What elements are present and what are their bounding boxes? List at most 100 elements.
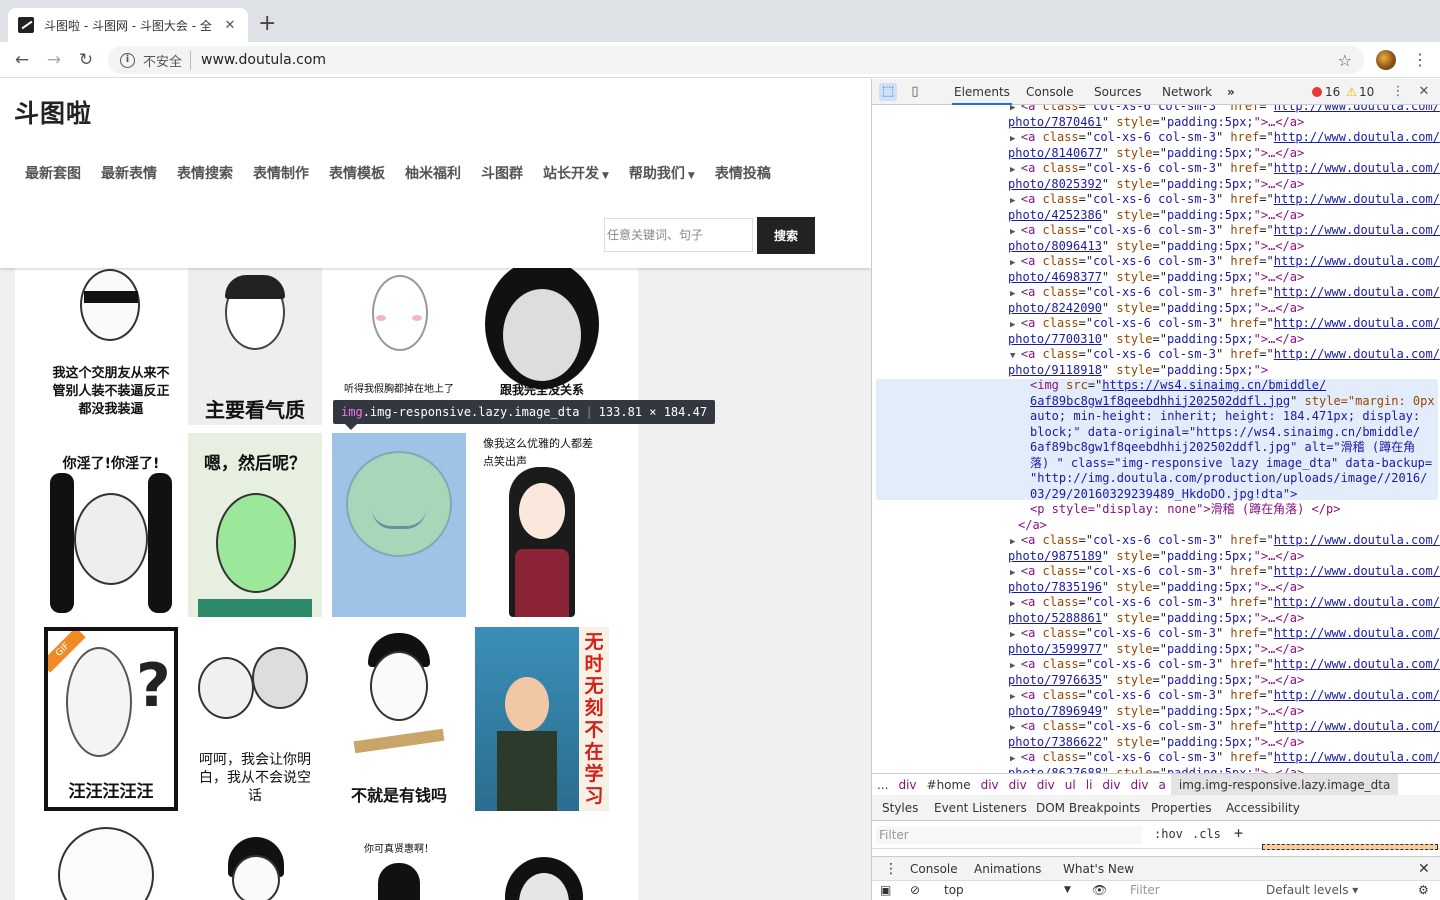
selected-img-node-cont[interactable]: 落) " class="img-responsive lazy image_dt… <box>1030 456 1432 472</box>
nav-item[interactable]: 表情模板 <box>319 163 395 183</box>
devtools-menu-icon[interactable]: ⋮ <box>1389 83 1407 101</box>
security-label[interactable]: 不安全 <box>143 50 192 70</box>
address-bar[interactable]: i 不安全 www.doutula.com ☆ <box>108 46 1364 74</box>
meme-thumb[interactable]: 你可真贤惠啊！ <box>332 821 466 900</box>
new-tab-button[interactable]: + <box>258 12 276 36</box>
issue-counters[interactable]: 16 ⚠ 10 <box>1312 79 1374 105</box>
breadcrumb-item[interactable]: #home <box>922 774 976 796</box>
tab-sources[interactable]: Sources <box>1094 79 1141 105</box>
more-tabs-icon[interactable]: » <box>1227 79 1235 105</box>
hov-toggle[interactable]: :hov <box>1154 827 1183 841</box>
dom-node-row-cont[interactable]: photo/8025392" style="padding:5px;">…</a… <box>1008 177 1304 193</box>
breadcrumb-item[interactable]: a <box>1154 774 1171 796</box>
meme-thumb[interactable]: 无时无刻不在学习 <box>475 627 609 811</box>
breadcrumb-item[interactable]: div <box>1125 774 1153 796</box>
breadcrumb-item[interactable]: li <box>1081 774 1098 796</box>
browser-tab[interactable]: 斗图啦 - 斗图网 - 斗图大会 - 全 ✕ <box>8 8 248 42</box>
add-rule-icon[interactable]: + <box>1234 824 1243 842</box>
selected-img-node-cont[interactable]: 03/29/20160329239489_HkdoDO.jpg!dta"> <box>1030 487 1297 503</box>
nav-item-dropdown[interactable]: 站长开发 ▼ <box>533 163 619 183</box>
dom-node-row-cont[interactable]: photo/7386622" style="padding:5px;">…</a… <box>1008 735 1304 751</box>
console-settings-gear-icon[interactable]: ⚙ <box>1418 881 1429 899</box>
sidebar-toggle-icon[interactable]: ▣ <box>880 881 891 899</box>
info-icon[interactable]: i <box>120 52 135 68</box>
meme-thumb[interactable]: 呵呵，我会让你明白，我从不会说空话 <box>188 627 322 811</box>
meme-thumb[interactable]: 像我这么优雅的人都差点笑出声 <box>475 433 609 617</box>
tab-close-icon[interactable]: ✕ <box>222 18 238 33</box>
tab-network[interactable]: Network <box>1162 79 1212 105</box>
breadcrumb-item[interactable]: div <box>893 774 921 796</box>
selected-img-node-cont[interactable]: 6af89bc8gw1f8qeebdhhij202502ddfl.jpg" st… <box>1030 394 1435 410</box>
nav-item[interactable]: 最新套图 <box>15 163 91 183</box>
nav-item-dropdown[interactable]: 帮助我们 ▼ <box>619 163 705 183</box>
nav-item[interactable]: 斗图群 <box>471 163 533 183</box>
dom-node-row-cont[interactable]: photo/8627688" style="padding:5px;">…</a… <box>1008 766 1304 774</box>
nav-item[interactable]: 表情搜索 <box>167 163 243 183</box>
breadcrumb-item[interactable]: div <box>1004 774 1032 796</box>
breadcrumb-item[interactable]: ... <box>872 774 893 796</box>
drawer-close-icon[interactable]: ✕ <box>1418 857 1430 881</box>
dom-node-row-cont[interactable]: photo/7700310" style="padding:5px;">…</a… <box>1008 332 1304 348</box>
drawer-tab-whats-new[interactable]: What's New <box>1063 857 1134 881</box>
hidden-p-node[interactable]: <p style="display: none">滑稽 (蹲在角落) </p> <box>1030 502 1340 518</box>
subtab-dom-breakpoints[interactable]: DOM Breakpoints <box>1036 795 1140 821</box>
selected-img-node-cont[interactable]: "http://img.doutula.com/production/uploa… <box>1030 471 1427 487</box>
dom-node-row-cont[interactable]: photo/8140677" style="padding:5px;">…</a… <box>1008 146 1304 162</box>
device-toolbar-icon[interactable]: ▯ <box>906 83 924 101</box>
tab-elements[interactable]: Elements <box>952 79 1012 105</box>
site-logo[interactable]: 斗图啦 <box>14 94 92 130</box>
tab-console[interactable]: Console <box>1026 79 1074 105</box>
nav-item[interactable]: 表情投稿 <box>705 163 781 183</box>
meme-thumb[interactable]: 你淫了!你淫了! <box>44 433 178 617</box>
meme-thumb[interactable] <box>475 821 609 900</box>
dom-node-row-cont[interactable]: photo/7835196" style="padding:5px;">…</a… <box>1008 580 1304 596</box>
dom-node-row-cont[interactable]: photo/4252386" style="padding:5px;">…</a… <box>1008 208 1304 224</box>
breadcrumb-item[interactable]: div <box>1032 774 1060 796</box>
meme-thumb[interactable] <box>44 821 178 900</box>
dom-node-row-cont[interactable]: photo/7976635" style="padding:5px;">…</a… <box>1008 673 1304 689</box>
breadcrumb-item[interactable]: ul <box>1060 774 1081 796</box>
dom-node-row-cont[interactable]: photo/8096413" style="padding:5px;">…</a… <box>1008 239 1304 255</box>
console-filter-input[interactable]: Filter <box>1130 881 1160 899</box>
dom-node-row-cont[interactable]: photo/5288861" style="padding:5px;">…</a… <box>1008 611 1304 627</box>
nav-item[interactable]: 表情制作 <box>243 163 319 183</box>
cls-toggle[interactable]: .cls <box>1192 827 1221 841</box>
profile-avatar[interactable] <box>1376 50 1396 70</box>
nav-item[interactable]: 柚米福利 <box>395 163 471 183</box>
selected-img-node-cont[interactable]: 6af89bc8gw1f8qeebdhhij202502ddfl.jpg" al… <box>1030 440 1415 456</box>
selected-img-node[interactable]: <img src="https://ws4.sinaimg.cn/bmiddle… <box>1030 378 1326 394</box>
meme-thumb[interactable]: 嗯，然后呢？ <box>188 433 322 617</box>
back-icon[interactable]: ← <box>10 48 34 72</box>
breadcrumb-item[interactable]: div <box>1097 774 1125 796</box>
dom-node-row-cont[interactable]: photo/8242090" style="padding:5px;">…</a… <box>1008 301 1304 317</box>
dom-node-row-cont[interactable]: photo/9875189" style="padding:5px;">…</a… <box>1008 549 1304 565</box>
search-button[interactable]: 搜索 <box>757 217 815 254</box>
subtab-styles[interactable]: Styles <box>882 795 919 823</box>
live-expression-eye-icon[interactable]: 👁 <box>1092 881 1107 899</box>
clear-console-icon[interactable]: ⊘ <box>910 881 920 899</box>
drawer-menu-icon[interactable]: ⋮ <box>884 857 898 881</box>
breadcrumb-item[interactable]: div <box>976 774 1004 796</box>
context-dropdown-icon[interactable]: ▼ <box>1064 881 1071 899</box>
dom-node-row-cont[interactable]: photo/3599977" style="padding:5px;">…</a… <box>1008 642 1304 658</box>
subtab-event-listeners[interactable]: Event Listeners <box>934 795 1027 821</box>
dom-node-row-cont[interactable]: photo/7896949" style="padding:5px;">…</a… <box>1008 704 1304 720</box>
search-input[interactable] <box>604 218 753 252</box>
context-selector[interactable]: top <box>944 881 964 899</box>
subtab-properties[interactable]: Properties <box>1151 795 1212 821</box>
styles-filter-input[interactable] <box>876 826 1142 844</box>
drawer-tab-animations[interactable]: Animations <box>974 857 1041 881</box>
browser-menu-icon[interactable]: ⋮ <box>1412 48 1428 72</box>
selected-img-node-cont[interactable]: block;" data-original="https://ws4.sinai… <box>1030 425 1420 441</box>
inspect-element-icon[interactable]: ⬚ <box>879 83 897 101</box>
forward-icon[interactable]: → <box>42 48 66 72</box>
breadcrumb-item[interactable]: img.img-responsive.lazy.image_dta <box>1170 774 1399 796</box>
close-a-node[interactable]: </a> <box>1018 518 1047 534</box>
url-text[interactable]: www.doutula.com <box>201 52 1338 68</box>
dom-node-row-cont[interactable]: photo/9118918" style="padding:5px;"> <box>1008 363 1268 379</box>
selected-img-node-cont[interactable]: auto; min-height: inherit; height: 184.4… <box>1030 409 1420 425</box>
subtab-accessibility[interactable]: Accessibility <box>1226 795 1300 821</box>
dom-node-row-cont[interactable]: photo/7870461" style="padding:5px;">…</a… <box>1008 115 1304 131</box>
bookmark-star-icon[interactable]: ☆ <box>1338 51 1352 70</box>
log-levels-select[interactable]: Default levels ▾ <box>1266 881 1358 899</box>
